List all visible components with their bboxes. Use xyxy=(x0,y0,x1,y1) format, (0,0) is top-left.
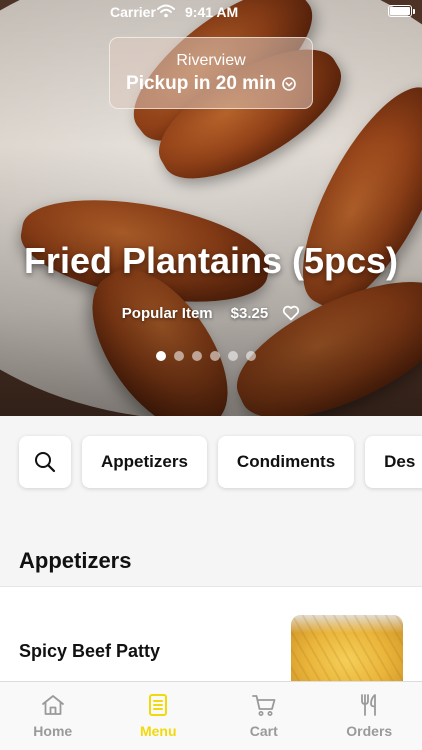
battery-tip-icon xyxy=(413,9,415,14)
carousel-dot[interactable] xyxy=(156,351,166,361)
tab-cart-label: Cart xyxy=(249,723,278,739)
carousel-dot[interactable] xyxy=(210,351,220,361)
heart-icon[interactable] xyxy=(282,304,300,322)
featured-item-title: Fried Plantains (5pcs) xyxy=(23,240,399,281)
featured-item-meta: Popular Item $3.25 xyxy=(0,304,422,322)
search-button[interactable] xyxy=(19,436,71,488)
tab-home-label: Home xyxy=(33,723,73,739)
pickup-time: Pickup in 20 min xyxy=(126,73,276,94)
category-bar: Appetizers Condiments Des xyxy=(19,436,422,488)
status-bar: Carrier 9:41 AM xyxy=(0,0,422,24)
featured-tag: Popular Item xyxy=(121,304,213,322)
pickup-row: Pickup in 20 min xyxy=(110,73,312,95)
category-appetizers[interactable]: Appetizers xyxy=(82,436,207,488)
home-icon xyxy=(41,695,64,715)
location-selector[interactable]: Riverview Pickup in 20 min xyxy=(109,37,313,109)
search-icon xyxy=(35,452,56,473)
tab-bar: Home Menu Cart Orders xyxy=(0,681,422,750)
carrier-label: Carrier xyxy=(110,4,156,20)
carousel-dot[interactable] xyxy=(192,351,202,361)
hero-banner[interactable]: Carrier 9:41 AM Riverview Pickup in 20 m… xyxy=(0,0,422,416)
category-condiments[interactable]: Condiments xyxy=(217,436,355,488)
battery-icon xyxy=(388,5,412,17)
tab-menu-label: Menu xyxy=(139,723,177,739)
tab-home[interactable]: Home xyxy=(0,682,106,750)
location-name: Riverview xyxy=(176,52,246,69)
wifi-icon xyxy=(157,4,175,18)
tab-orders-label: Orders xyxy=(346,723,393,739)
featured-price: $3.25 xyxy=(230,304,269,322)
carousel-dots xyxy=(156,351,256,361)
carousel-dot[interactable] xyxy=(246,351,256,361)
cart-icon xyxy=(251,695,276,716)
tab-menu[interactable]: Menu xyxy=(106,682,212,750)
tab-cart[interactable]: Cart xyxy=(211,682,317,750)
category-desserts[interactable]: Des xyxy=(365,436,422,488)
carousel-dot[interactable] xyxy=(174,351,184,361)
menu-icon xyxy=(149,694,168,716)
utensils-icon xyxy=(361,694,377,716)
menu-item-name: Spicy Beef Patty xyxy=(19,641,161,661)
status-time: 9:41 AM xyxy=(185,4,239,20)
section-title: Appetizers xyxy=(19,548,132,573)
tab-orders[interactable]: Orders xyxy=(317,682,422,750)
chevron-down-circle-icon xyxy=(282,77,296,91)
menu-item[interactable]: Spicy Beef Patty xyxy=(0,586,422,705)
carousel-dot[interactable] xyxy=(228,351,238,361)
